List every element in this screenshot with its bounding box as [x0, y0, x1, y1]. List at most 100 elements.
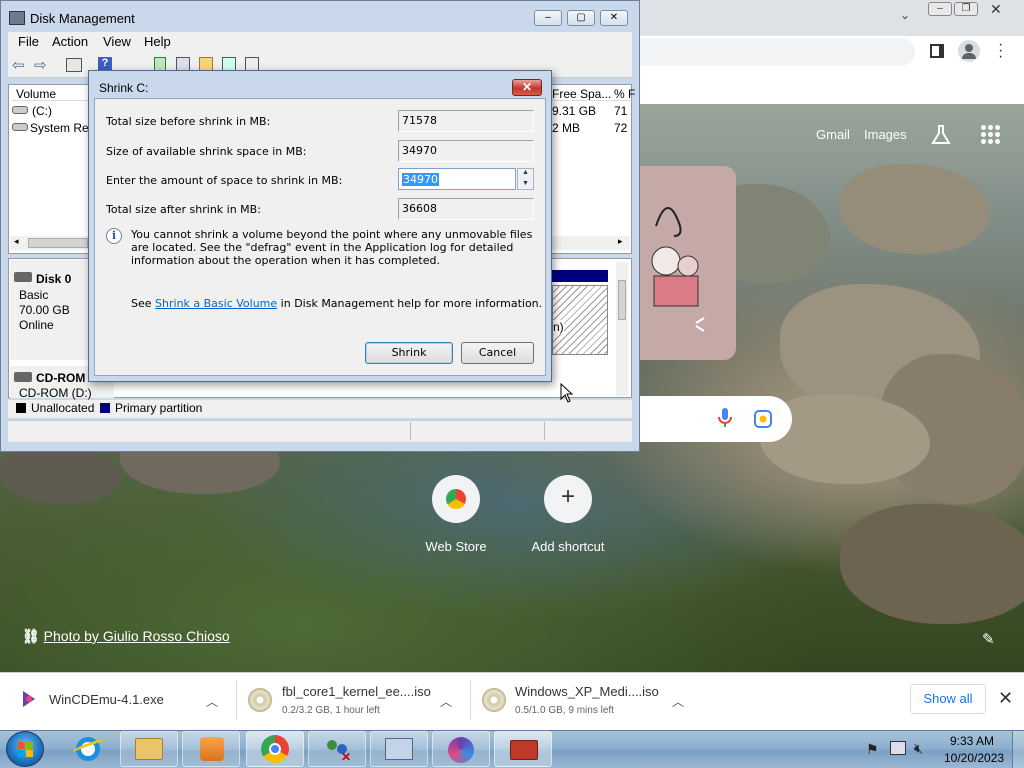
total-size-before-value: 71578	[398, 110, 534, 132]
images-link[interactable]: Images	[864, 127, 907, 142]
profile-avatar[interactable]	[958, 40, 980, 62]
shrink-button[interactable]: Shrink	[365, 342, 453, 364]
download-options-chevron-icon[interactable]: ︿	[672, 693, 684, 710]
column-header-free-space[interactable]: Free Spa...	[552, 87, 611, 101]
volume-row-name[interactable]: System Res	[30, 121, 95, 135]
google-search-box[interactable]	[640, 396, 792, 442]
cdrom-drive: CD-ROM (D:)	[19, 386, 92, 400]
minimize-button[interactable]: –	[534, 10, 562, 26]
column-header-volume[interactable]: Volume	[16, 87, 56, 101]
scroll-left-arrow-icon[interactable]: ◂	[14, 236, 19, 247]
vertical-scrollbar[interactable]	[616, 262, 628, 396]
drive-icon	[12, 106, 28, 114]
address-bar[interactable]	[600, 38, 915, 66]
google-doodle[interactable]	[636, 166, 736, 360]
scroll-right-arrow-icon[interactable]: ▸	[618, 236, 623, 247]
labs-flask-icon[interactable]	[930, 124, 952, 146]
download-options-chevron-icon[interactable]: ︿	[206, 693, 218, 710]
gmail-link[interactable]: Gmail	[816, 127, 850, 142]
drive-icon	[12, 123, 28, 131]
volume-muted-icon[interactable]: 🔇︎	[914, 740, 923, 757]
chrome-restore-button[interactable]: ❐	[954, 2, 978, 16]
wincdemu-taskbar-button[interactable]	[432, 731, 490, 767]
google-apps-icon[interactable]	[980, 124, 1002, 146]
dialog-close-button[interactable]: ✕	[512, 79, 542, 96]
help-line: See Shrink a Basic Volume in Disk Manage…	[131, 297, 542, 310]
taskbar-clock-time[interactable]: 9:33 AM	[950, 734, 994, 748]
tab-search-chevron-icon[interactable]: ⌄	[900, 8, 910, 22]
open-folder-icon[interactable]	[199, 57, 213, 71]
close-button[interactable]: ✕	[600, 10, 628, 26]
action-center-flag-icon[interactable]: ⚑	[866, 741, 879, 758]
shortcut-add[interactable]: +	[544, 475, 592, 523]
cdrom-name: CD-ROM 0	[36, 371, 96, 385]
window-title: Disk Management	[30, 11, 135, 26]
cancel-button[interactable]: Cancel	[461, 342, 534, 364]
toolbox-taskbar-button[interactable]	[494, 731, 552, 767]
help-suffix: in Disk Management help for more informa…	[280, 297, 543, 310]
photo-credit-link[interactable]: ⛓︎ Photo by Giulio Rosso Chioso	[22, 628, 230, 645]
internet-explorer-icon[interactable]	[71, 733, 107, 765]
media-player-taskbar-button[interactable]	[182, 731, 240, 767]
network-users-taskbar-button[interactable]: ✕	[308, 731, 366, 767]
disk-icon	[14, 272, 32, 282]
side-panel-icon[interactable]	[930, 44, 944, 58]
show-desktop-button[interactable]	[1012, 731, 1024, 768]
menu-file[interactable]: File	[18, 34, 39, 49]
properties-icon[interactable]	[176, 57, 190, 71]
forward-arrow-icon[interactable]: ⇨	[34, 56, 47, 74]
voice-search-icon[interactable]	[718, 408, 732, 428]
shortcut-web-store[interactable]	[432, 475, 480, 523]
close-downloads-bar-icon[interactable]: ✕	[998, 688, 1014, 708]
help-link[interactable]: Shrink a Basic Volume	[155, 297, 277, 310]
spin-up-icon[interactable]: ▲	[522, 169, 529, 176]
users-icon: ✕	[325, 738, 351, 764]
download-filename[interactable]: WinCDEmu-4.1.exe	[49, 692, 164, 707]
show-all-downloads-button[interactable]: Show all	[910, 684, 986, 714]
taskbar-clock-date[interactable]: 10/20/2023	[944, 751, 1004, 765]
menu-action[interactable]: Action	[52, 34, 88, 49]
file-explorer-taskbar-button[interactable]	[120, 731, 178, 767]
shrink-amount-input[interactable]: 34970	[398, 168, 516, 190]
volume-row-name[interactable]: (C:)	[32, 104, 52, 118]
spin-down-icon[interactable]: ▼	[522, 180, 529, 187]
network-icon[interactable]	[890, 741, 906, 755]
customize-pencil-icon[interactable]: ✎	[982, 630, 1000, 648]
shrink-amount-value[interactable]: 34970	[402, 173, 439, 186]
shrink-amount-spinner[interactable]: ▲ ▼	[517, 168, 534, 190]
explore-icon[interactable]	[222, 57, 236, 71]
chrome-taskbar-button[interactable]	[246, 731, 304, 767]
status-divider	[544, 422, 545, 440]
computer-management-taskbar-button[interactable]	[370, 731, 428, 767]
link-icon: ⛓︎	[22, 628, 40, 644]
show-hide-tree-icon[interactable]	[66, 58, 82, 72]
menu-help[interactable]: Help	[144, 34, 171, 49]
volume-row-free: 2 MB	[552, 121, 581, 135]
media-player-icon	[200, 737, 224, 761]
volume-row-pct: 71	[614, 104, 628, 118]
chrome-close-button[interactable]: ✕	[990, 1, 1002, 18]
folder-icon	[135, 738, 163, 760]
download-options-chevron-icon[interactable]: ︿	[440, 693, 452, 710]
chrome-menu-icon[interactable]: · · ·	[998, 37, 1003, 65]
back-arrow-icon[interactable]: ⇦	[12, 56, 25, 74]
format-icon[interactable]	[245, 57, 259, 71]
partition-header-bar	[552, 270, 608, 282]
volume-row-free: 9.31 GB	[552, 104, 597, 118]
selected-partition[interactable]: n)	[552, 285, 608, 355]
download-filename[interactable]: Windows_XP_Medi....iso	[515, 684, 659, 699]
start-button[interactable]	[6, 731, 44, 767]
menu-view[interactable]: View	[103, 34, 131, 49]
download-separator	[470, 680, 471, 720]
maximize-button[interactable]: ▢	[567, 10, 595, 26]
chrome-minimize-button[interactable]: –	[928, 2, 952, 16]
download-filename[interactable]: fbl_core1_kernel_ee....iso	[282, 684, 431, 699]
total-size-before-label: Total size before shrink in MB:	[106, 115, 271, 128]
lens-camera-icon[interactable]	[754, 410, 772, 428]
legend-primary-label: Primary partition	[115, 401, 203, 415]
shortcut-label: Add shortcut	[531, 539, 605, 554]
column-header-percent-free[interactable]: % F	[614, 87, 635, 101]
available-shrink-label: Size of available shrink space in MB:	[106, 145, 307, 158]
refresh-icon[interactable]	[154, 57, 166, 71]
disk-management-app-icon	[9, 11, 25, 25]
